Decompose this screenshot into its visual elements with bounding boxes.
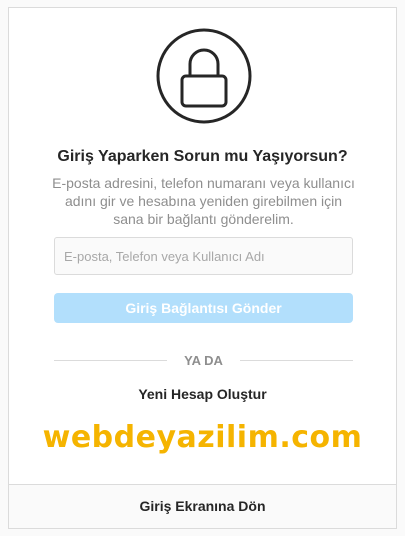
- page-title: Giriş Yaparken Sorun mu Yaşıyorsun?: [57, 148, 348, 165]
- description-text: E-posta adresini, telefon numaranı veya …: [52, 175, 355, 227]
- reset-card: Giriş Yaparken Sorun mu Yaşıyorsun? E-po…: [8, 7, 397, 529]
- create-account-link[interactable]: Yeni Hesap Oluştur: [9, 386, 396, 402]
- or-divider: YA DA: [54, 352, 353, 370]
- identifier-input[interactable]: [54, 237, 353, 275]
- or-label: YA DA: [184, 353, 223, 368]
- lock-icon: [156, 28, 252, 124]
- send-login-link-button[interactable]: Giriş Bağlantısı Gönder: [54, 293, 353, 323]
- back-to-login-link[interactable]: Giriş Ekranına Dön: [9, 484, 396, 528]
- watermark-text: webdeyazilim.com: [42, 420, 363, 455]
- divider-line-right: [240, 360, 353, 361]
